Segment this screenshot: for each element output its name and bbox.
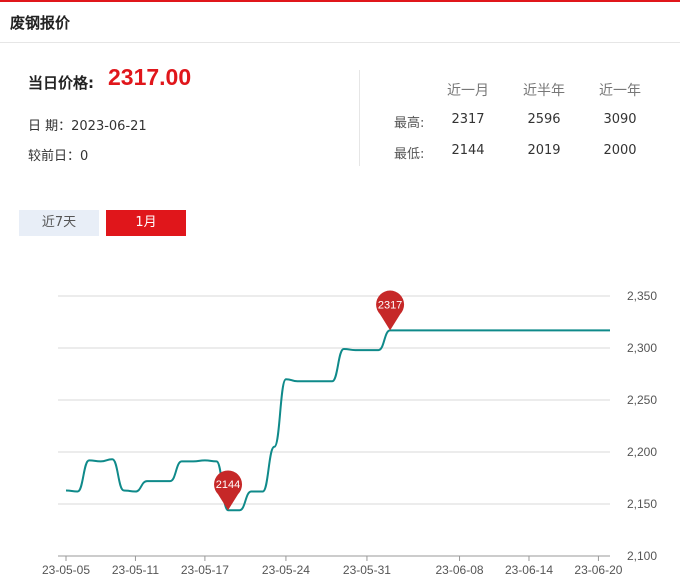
y-tick-label: 2,100: [627, 549, 657, 563]
annotation-label: 2144: [216, 479, 240, 491]
x-tick-label: 23-06-20: [574, 563, 622, 577]
price-line-chart: 2,100 2,150 2,200 2,250 2,300 2,350 23-05-05 23…: [42, 289, 657, 577]
y-tick-label: 2,200: [627, 445, 657, 459]
x-tick-label: 23-05-11: [112, 563, 159, 577]
x-tick-label: 23-06-08: [436, 563, 484, 577]
series-line: [65, 329, 610, 512]
x-tick-label: 23-06-14: [505, 563, 553, 577]
x-tick-label: 23-05-17: [181, 563, 229, 577]
annotation-label: 2317: [378, 299, 402, 311]
y-tick-label: 2,150: [627, 497, 657, 511]
y-tick-label: 2,300: [627, 341, 657, 355]
x-tick-label: 23-05-24: [262, 563, 310, 577]
y-tick-label: 2,350: [627, 289, 657, 303]
x-tick-label: 23-05-31: [343, 563, 391, 577]
x-tick-label: 23-05-05: [42, 563, 90, 577]
y-tick-label: 2,250: [627, 393, 657, 407]
